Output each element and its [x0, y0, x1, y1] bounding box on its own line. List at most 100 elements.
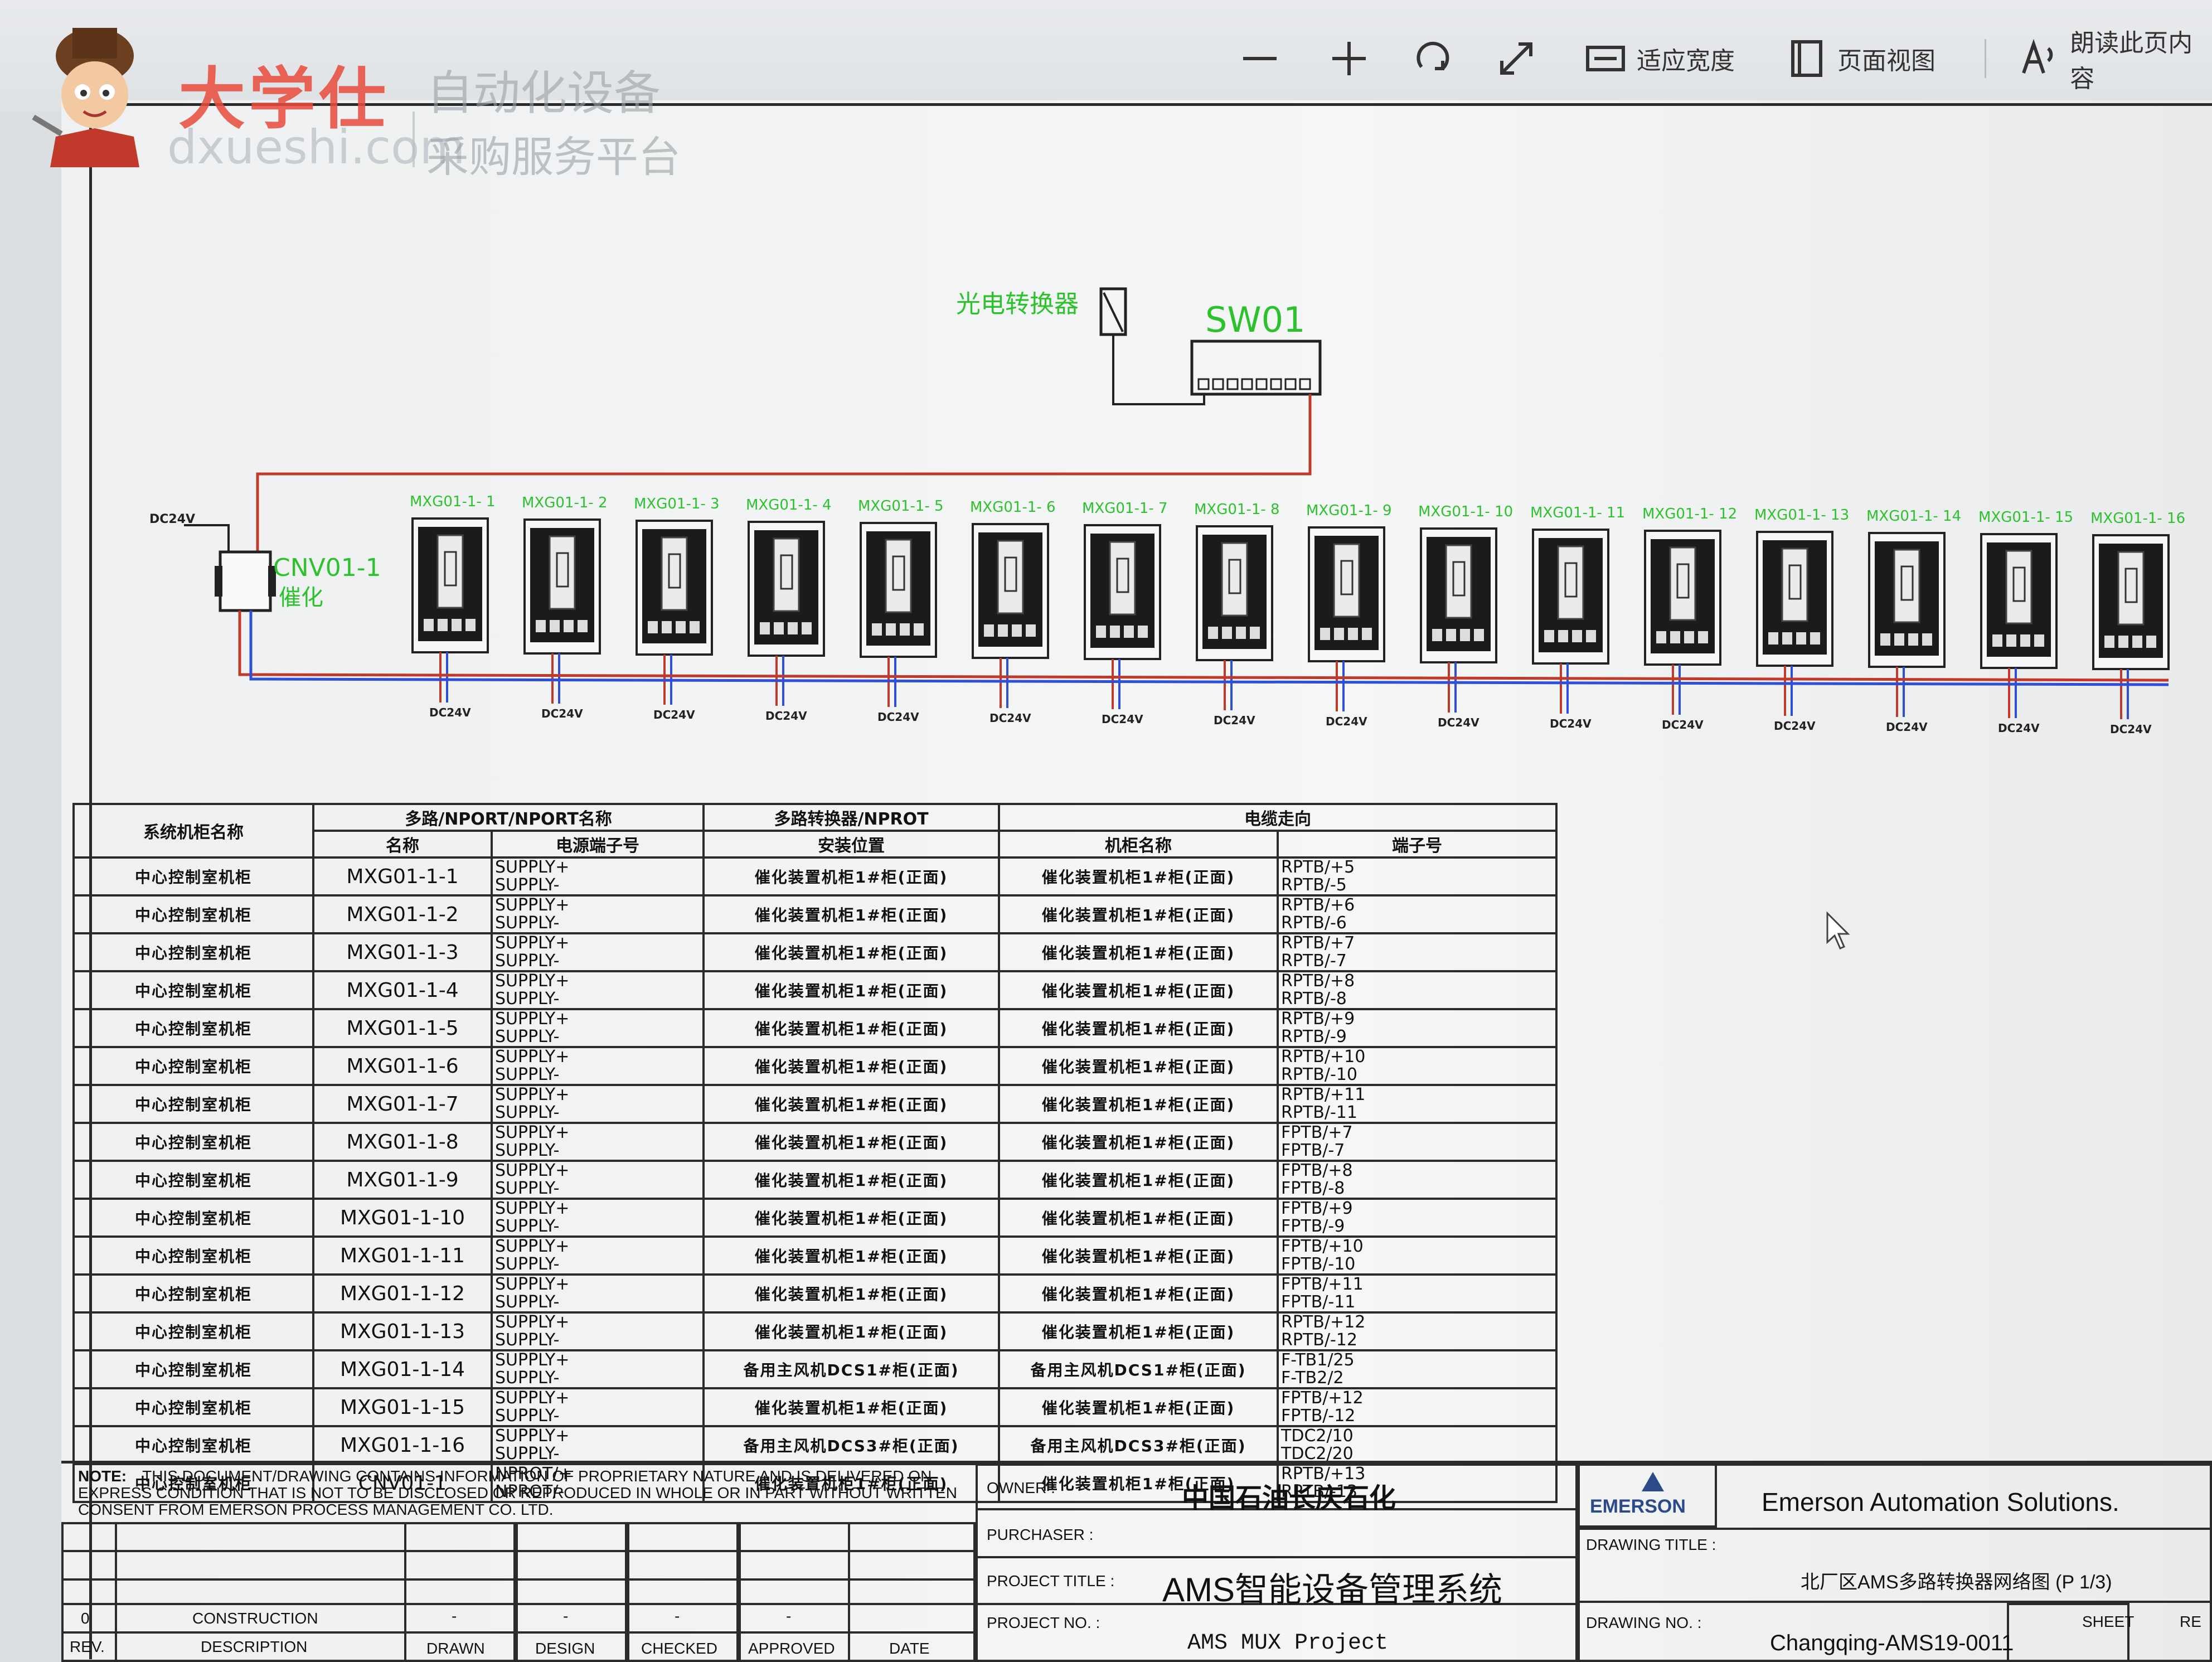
switch-port — [1241, 378, 1253, 390]
device-cell: MXG01-1-3 — [312, 932, 493, 972]
switch-port — [1284, 378, 1297, 390]
device-cell: MXG01-1-1 — [312, 856, 493, 897]
mouse-cursor-icon — [1826, 912, 1850, 949]
dest-cell: 催化装置机柜1#柜(正面) — [998, 1273, 1279, 1314]
cabinet-cell: 中心控制室机柜 — [72, 1349, 314, 1389]
table-row: 中心控制室机柜 MXG01-1-6 SUPPLY+ SUPPLY- 催化装置机柜1#柜(… — [72, 1046, 1558, 1086]
dest-cell: 催化装置机柜1#柜(正面) — [998, 1122, 1279, 1162]
mux-module: MXG01-1- 9 DC24V — [1306, 502, 1392, 728]
mux-module: MXG01-1- 3 DC24V — [634, 496, 720, 721]
table-row: 中心控制室机柜 MXG01-1-8 SUPPLY+ SUPPLY- 催化装置机柜1#柜(… — [72, 1122, 1558, 1162]
device-cell: MXG01-1-4 — [312, 970, 493, 1010]
io-table: 系统机柜名称 多路/NPORT/NPORT名称 多路转换器/NPROT 电缆走向… — [72, 803, 1558, 1503]
port-cell: RPTB/+12 RPTB/-12 — [1277, 1311, 1558, 1351]
cabinet-cell: 中心控制室机柜 — [72, 1387, 314, 1427]
terminal-cell: SUPPLY+ SUPPLY- — [490, 1273, 705, 1314]
switch-port — [1212, 378, 1224, 390]
terminal-cell: SUPPLY+ SUPPLY- — [490, 932, 705, 972]
module-power-label: DC24V — [989, 711, 1031, 725]
install-cell: 催化装置机柜1#柜(正面) — [702, 1235, 1001, 1276]
drawing-no-label: DRAWING NO. : — [1586, 1614, 1702, 1631]
module-label: MXG01-1- 9 — [1306, 502, 1392, 519]
header-name: 名称 — [312, 830, 493, 859]
mux-module: MXG01-1- 1 DC24V — [410, 493, 496, 719]
project-no-label: PROJECT NO. : — [987, 1614, 1100, 1631]
cabinet-cell: 中心控制室机柜 — [72, 856, 314, 897]
device-cell: MXG01-1-11 — [312, 1235, 493, 1276]
drawing-title-value: 北厂区AMS多路转换器网络图 (P 1/3) — [1801, 1572, 2112, 1593]
port-cell: RPTB/+5 RPTB/-5 — [1277, 856, 1558, 897]
rev-short-label: RE — [2180, 1613, 2201, 1630]
module-label: MXG01-1- 1 — [410, 493, 496, 510]
module-power-label: DC24V — [877, 710, 919, 724]
dest-cell: 备用主风机DCS1#柜(正面) — [998, 1349, 1279, 1389]
terminal-cell: SUPPLY+ SUPPLY- — [490, 1198, 705, 1238]
module-power-label: DC24V — [1438, 716, 1479, 729]
note-label: NOTE: — [78, 1467, 127, 1485]
terminal-cell: SUPPLY+ SUPPLY- — [490, 1008, 705, 1048]
header-mux-group: 多路转换器/NPROT — [702, 803, 1001, 832]
cabinet-cell: 中心控制室机柜 — [72, 1122, 314, 1162]
install-cell: 催化装置机柜1#柜(正面) — [702, 1160, 1001, 1200]
cnv-label: CNV01-1 — [273, 554, 381, 582]
dest-cell: 催化装置机柜1#柜(正面) — [998, 1198, 1279, 1238]
desc-label: DESCRIPTION — [201, 1638, 308, 1655]
terminal-cell: SUPPLY+ SUPPLY- — [490, 1311, 705, 1351]
module-label: MXG01-1- 15 — [1978, 509, 2073, 526]
device-cell: MXG01-1-10 — [312, 1198, 493, 1238]
switch-port — [1299, 378, 1311, 390]
note-text: NOTE: THIS DOCUMENT/DRAWING CONTAINS INFO… — [78, 1467, 958, 1518]
port-cell: F-TB1/25 F-TB2/2 — [1277, 1349, 1558, 1389]
table-row: 中心控制室机柜 MXG01-1-14 SUPPLY+ SUPPLY- 备用主风机DCS1… — [72, 1349, 1558, 1389]
device-cell: MXG01-1-14 — [312, 1349, 493, 1389]
switch-port — [1226, 378, 1239, 390]
mux-module: MXG01-1- 8 DC24V — [1194, 501, 1280, 727]
dest-cell: 催化装置机柜1#柜(正面) — [998, 1046, 1279, 1086]
install-cell: 催化装置机柜1#柜(正面) — [702, 1008, 1001, 1048]
cabinet-cell: 中心控制室机柜 — [72, 1084, 314, 1124]
module-label: MXG01-1- 7 — [1082, 500, 1168, 517]
port-cell: RPTB/+9 RPTB/-9 — [1277, 1008, 1558, 1048]
table-row: 中心控制室机柜 MXG01-1-7 SUPPLY+ SUPPLY- 催化装置机柜1#柜(… — [72, 1084, 1558, 1124]
install-cell: 催化装置机柜1#柜(正面) — [702, 894, 1001, 934]
device-cell: MXG01-1-8 — [312, 1122, 493, 1162]
install-cell: 催化装置机柜1#柜(正面) — [702, 1122, 1001, 1162]
cabinet-cell: 中心控制室机柜 — [72, 1235, 314, 1276]
device-cell: MXG01-1-2 — [312, 894, 493, 934]
table-row: 中心控制室机柜 MXG01-1-4 SUPPLY+ SUPPLY- 催化装置机柜1#柜(… — [72, 970, 1558, 1010]
device-cell: MXG01-1-15 — [312, 1387, 493, 1427]
header-power-terminal: 电源端子号 — [490, 830, 705, 859]
header-install-location: 安装位置 — [702, 830, 1001, 859]
rev-label: REV. — [70, 1638, 105, 1655]
table-row: 中心控制室机柜 MXG01-1-12 SUPPLY+ SUPPLY- 催化装置机柜1#柜… — [72, 1273, 1558, 1314]
module-power-label: DC24V — [1214, 714, 1255, 727]
company-name: Emerson Automation Solutions. — [1762, 1487, 2119, 1516]
rev-number: 0 — [81, 1610, 90, 1627]
rev-description: CONSTRUCTION — [192, 1610, 318, 1627]
dest-cell: 催化装置机柜1#柜(正面) — [998, 970, 1279, 1010]
module-power-label: DC24V — [429, 706, 471, 719]
module-power-label: DC24V — [1102, 713, 1143, 726]
cabinet-cell: 中心控制室机柜 — [72, 1273, 314, 1314]
mux-module: MXG01-1- 14 DC24V — [1866, 508, 1961, 734]
module-power-label: DC24V — [1326, 715, 1367, 728]
install-cell: 催化装置机柜1#柜(正面) — [702, 970, 1001, 1010]
port-cell: FPTB/+12 FPTB/-12 — [1277, 1387, 1558, 1427]
device-cell: MXG01-1-16 — [312, 1425, 493, 1465]
mux-module: MXG01-1- 12 DC24V — [1642, 506, 1737, 731]
header-terminal-no: 端子号 — [1277, 830, 1558, 859]
rev-design-value: - — [563, 1607, 569, 1625]
module-label: MXG01-1- 2 — [522, 495, 608, 511]
terminal-cell: SUPPLY+ SUPPLY- — [490, 1046, 705, 1086]
install-cell: 催化装置机柜1#柜(正面) — [702, 1198, 1001, 1238]
dest-cell: 催化装置机柜1#柜(正面) — [998, 1084, 1279, 1124]
module-power-label: DC24V — [2110, 723, 2152, 736]
table-row: 中心控制室机柜 MXG01-1-13 SUPPLY+ SUPPLY- 催化装置机柜1#柜… — [72, 1311, 1558, 1351]
cabinet-cell: 中心控制室机柜 — [72, 1046, 314, 1086]
switch-port — [1270, 378, 1282, 390]
dest-cell: 催化装置机柜1#柜(正面) — [998, 932, 1279, 972]
drawing-no-value: Changqing-AMS19-0011 — [1770, 1631, 2014, 1655]
port-cell: TDC2/10 TDC2/20 — [1277, 1425, 1558, 1465]
terminal-cell: SUPPLY+ SUPPLY- — [490, 856, 705, 897]
project-title-label: PROJECT TITLE : — [987, 1572, 1115, 1590]
